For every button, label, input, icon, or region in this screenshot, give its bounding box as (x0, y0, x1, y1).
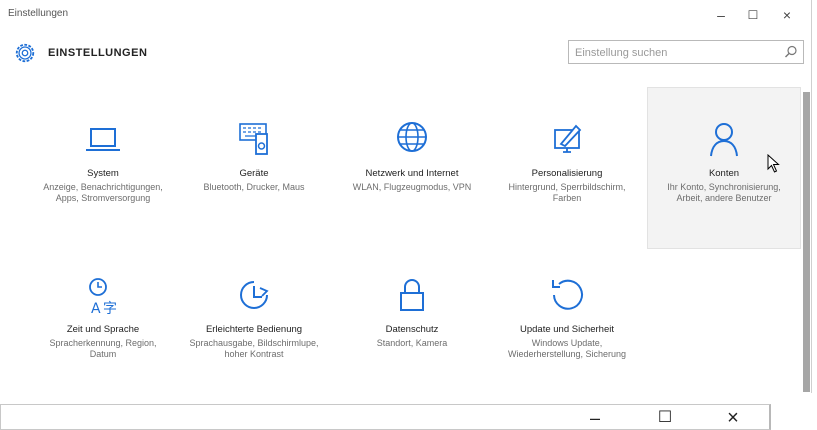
settings-header: EINSTELLUNGEN (0, 30, 811, 78)
globe-icon (397, 122, 427, 152)
second-window-titlebar[interactable]: – ☐ × (0, 404, 771, 430)
paint-icon (554, 124, 582, 153)
scrollbar[interactable] (803, 92, 810, 392)
tile-network[interactable]: Netzwerk und Internet WLAN, Flugzeugmodu… (335, 112, 489, 193)
tile-name: System (87, 168, 119, 179)
tile-description: WLAN, Flugzeugmodus, VPN (352, 182, 472, 192)
close-button[interactable]: × (770, 3, 804, 27)
tile-update-security[interactable]: Update und Sicherheit Windows Update, Wi… (490, 268, 644, 360)
tile-system[interactable]: System Anzeige, Benachrichtigungen, Apps… (26, 112, 180, 204)
tile-time-language[interactable]: A 字 Zeit und Sprache Spracherkennung, Re… (26, 268, 180, 360)
maximize-button[interactable]: ☐ (736, 3, 770, 27)
second-close-button[interactable]: × (709, 407, 757, 429)
laptop-icon (86, 128, 120, 151)
devices-icon (239, 123, 268, 155)
tile-devices[interactable]: Geräte Bluetooth, Drucker, Maus (177, 112, 331, 193)
tile-description: Spracherkennung, Region, Datum (49, 338, 157, 359)
mouse-cursor-icon (767, 154, 780, 173)
tile-description: Hintergrund, Sperrbildschirm, Farben (508, 182, 626, 203)
tile-ease-of-access[interactable]: Erleichterte Bedienung Sprachausgabe, Bi… (177, 268, 331, 360)
tile-name: Update und Sicherheit (519, 324, 614, 335)
svg-text:A: A (91, 301, 101, 317)
tile-privacy[interactable]: Datenschutz Standort, Kamera (335, 268, 489, 349)
tile-description: Anzeige, Benachrichtigungen, Apps, Strom… (43, 182, 163, 203)
tile-description: Standort, Kamera (376, 338, 448, 348)
tile-name: Netzwerk und Internet (365, 168, 459, 179)
title-bar[interactable]: Einstellungen – ☐ × (0, 0, 811, 30)
gear-icon (15, 43, 35, 63)
update-icon (552, 279, 583, 310)
second-maximize-button[interactable]: ☐ (641, 407, 689, 429)
person-icon (710, 123, 738, 157)
svg-text:字: 字 (103, 301, 117, 317)
accessibility-icon (240, 281, 269, 309)
tile-description: Sprachausgabe, Bildschirmlupe, hoher Kon… (189, 338, 319, 359)
settings-window: Einstellungen – ☐ × EINSTELLUNGEN System… (0, 0, 812, 393)
tile-name: Zeit und Sprache (66, 324, 140, 335)
window-title: Einstellungen (8, 8, 69, 19)
tile-name: Personalisierung (531, 168, 603, 179)
tile-description: Bluetooth, Drucker, Maus (203, 182, 305, 192)
tile-name: Erleichterte Bedienung (205, 324, 303, 335)
time-language-icon: A 字 (89, 278, 117, 317)
search-icon[interactable] (783, 44, 799, 60)
page-title: EINSTELLUNGEN (48, 47, 148, 59)
tile-name: Datenschutz (385, 324, 439, 335)
tile-description: Windows Update, Wiederherstellung, Siche… (507, 338, 627, 359)
second-minimize-button[interactable]: – (571, 407, 619, 429)
lock-icon (400, 279, 424, 311)
tile-personalization[interactable]: Personalisierung Hintergrund, Sperrbilds… (490, 112, 644, 204)
desktop-strip (0, 393, 817, 404)
search-input[interactable] (573, 44, 782, 62)
tile-name: Geräte (239, 168, 269, 179)
tile-description: Ihr Konto, Synchronisierung, Arbeit, and… (667, 182, 781, 203)
minimize-button[interactable]: – (704, 3, 738, 27)
search-box[interactable] (568, 40, 804, 64)
